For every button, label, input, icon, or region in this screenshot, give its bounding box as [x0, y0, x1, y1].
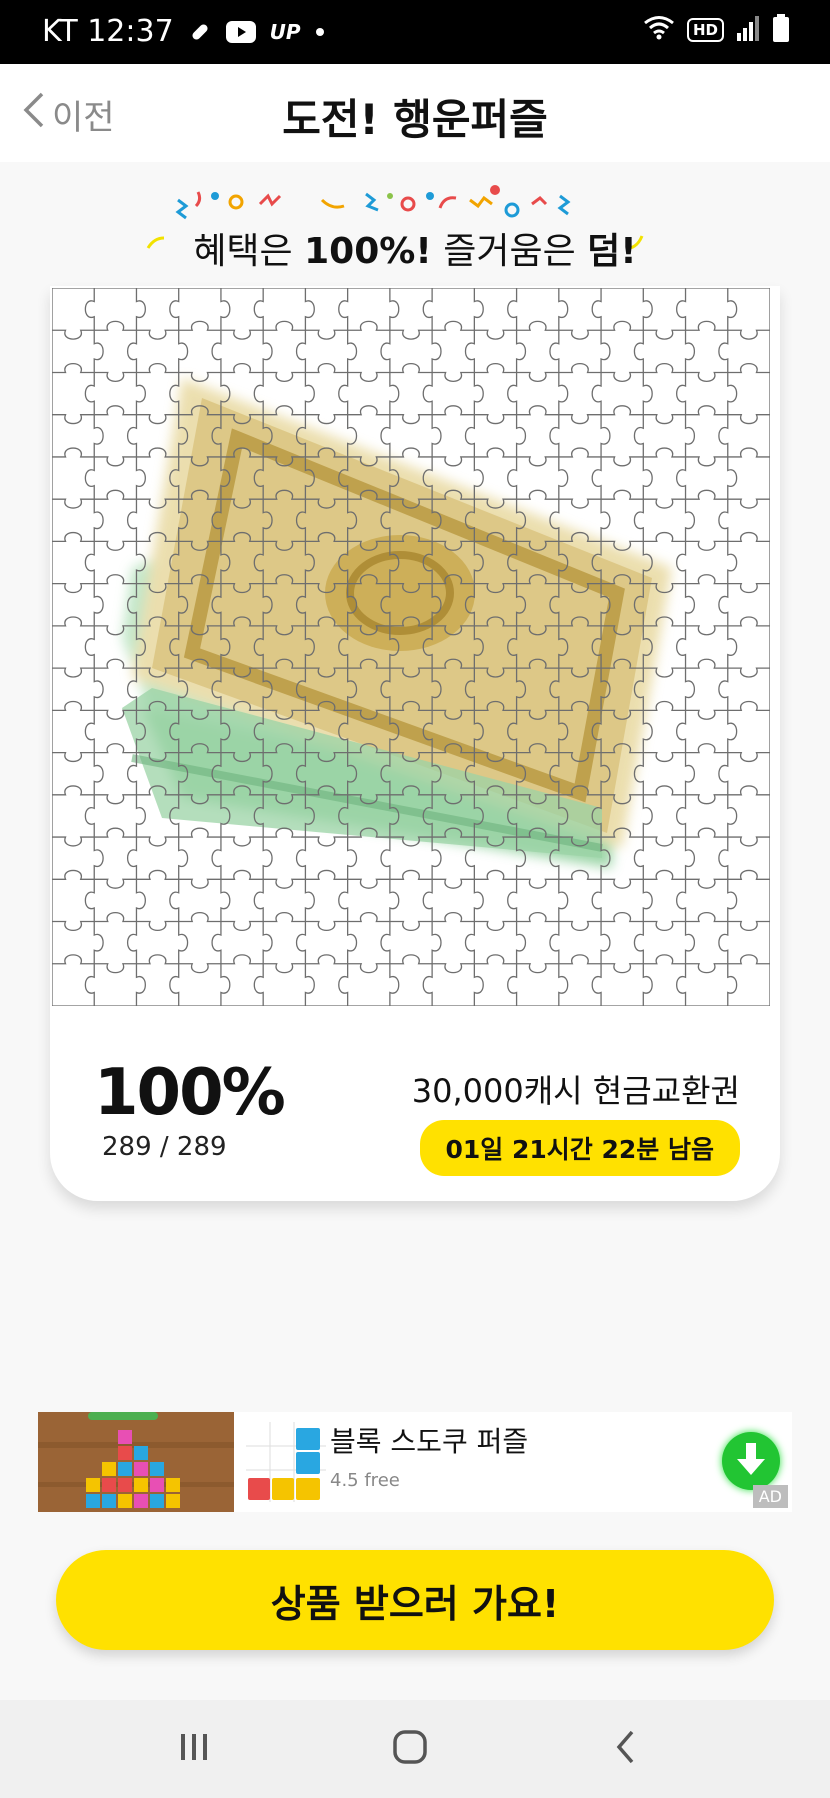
progress-count: 289 / 289: [102, 1132, 227, 1162]
status-left: KT 12:37 UP: [42, 14, 325, 49]
hd-icon: HD: [686, 18, 724, 42]
puzzle-card: 100% 289 / 289 30,000캐시 현금교환권 01일 21시간 2…: [50, 286, 780, 1201]
prize-name: 30,000캐시 현금교환권: [411, 1072, 740, 1110]
claim-prize-button[interactable]: 상품 받으러 가요!: [56, 1550, 774, 1650]
banner-slogan: 혜택은 100%! 즐거움은 덤!: [140, 222, 690, 274]
youtube-icon: [225, 20, 256, 43]
slogan-bold-2: 덤!: [587, 231, 637, 272]
block-sudoku-app-icon[interactable]: [242, 1418, 330, 1506]
ad-game-screenshot[interactable]: [38, 1412, 234, 1512]
battery-icon: [772, 14, 790, 46]
puzzle-board: [52, 288, 770, 1006]
bandage-icon: [188, 20, 212, 44]
progress-percent: 100%: [94, 1056, 286, 1130]
ad-banner[interactable]: 블록 스도쿠 퍼즐 4.5 free AD: [38, 1412, 792, 1512]
home-icon: [392, 1729, 428, 1769]
wifi-icon: [643, 15, 675, 45]
time-remaining-badge: 01일 21시간 22분 남음: [419, 1120, 740, 1176]
recent-apps-button[interactable]: [164, 1724, 224, 1774]
home-button[interactable]: [380, 1724, 440, 1774]
recent-apps-icon: [177, 1732, 211, 1766]
ad-title[interactable]: 블록 스도쿠 퍼즐: [330, 1420, 528, 1460]
up-icon: UP: [269, 19, 301, 44]
back-icon: [614, 1729, 638, 1769]
page-title: 도전! 행운퍼즐: [282, 95, 548, 144]
status-bar: KT 12:37 UP HD: [0, 0, 830, 64]
download-arrow-icon: [735, 1441, 767, 1481]
slogan-text-2: 즐거움은: [431, 231, 588, 272]
system-back-button[interactable]: [596, 1724, 656, 1774]
dot-icon: [315, 27, 325, 37]
signal-icon: [736, 15, 760, 45]
status-right: HD: [643, 14, 790, 46]
promo-banner: 혜택은 100%! 즐거움은 덤!: [140, 178, 690, 278]
ad-rating: 4.5 free: [330, 1470, 400, 1491]
system-navigation-bar: [0, 1700, 830, 1798]
ad-label[interactable]: AD: [752, 1485, 788, 1508]
download-button[interactable]: [722, 1432, 780, 1490]
slogan-bold-1: 100%!: [304, 231, 432, 272]
carrier-time: KT 12:37: [42, 14, 174, 49]
app-header: 이전 도전! 행운퍼즐: [0, 64, 830, 162]
slogan-text-1: 혜택은: [193, 231, 305, 272]
